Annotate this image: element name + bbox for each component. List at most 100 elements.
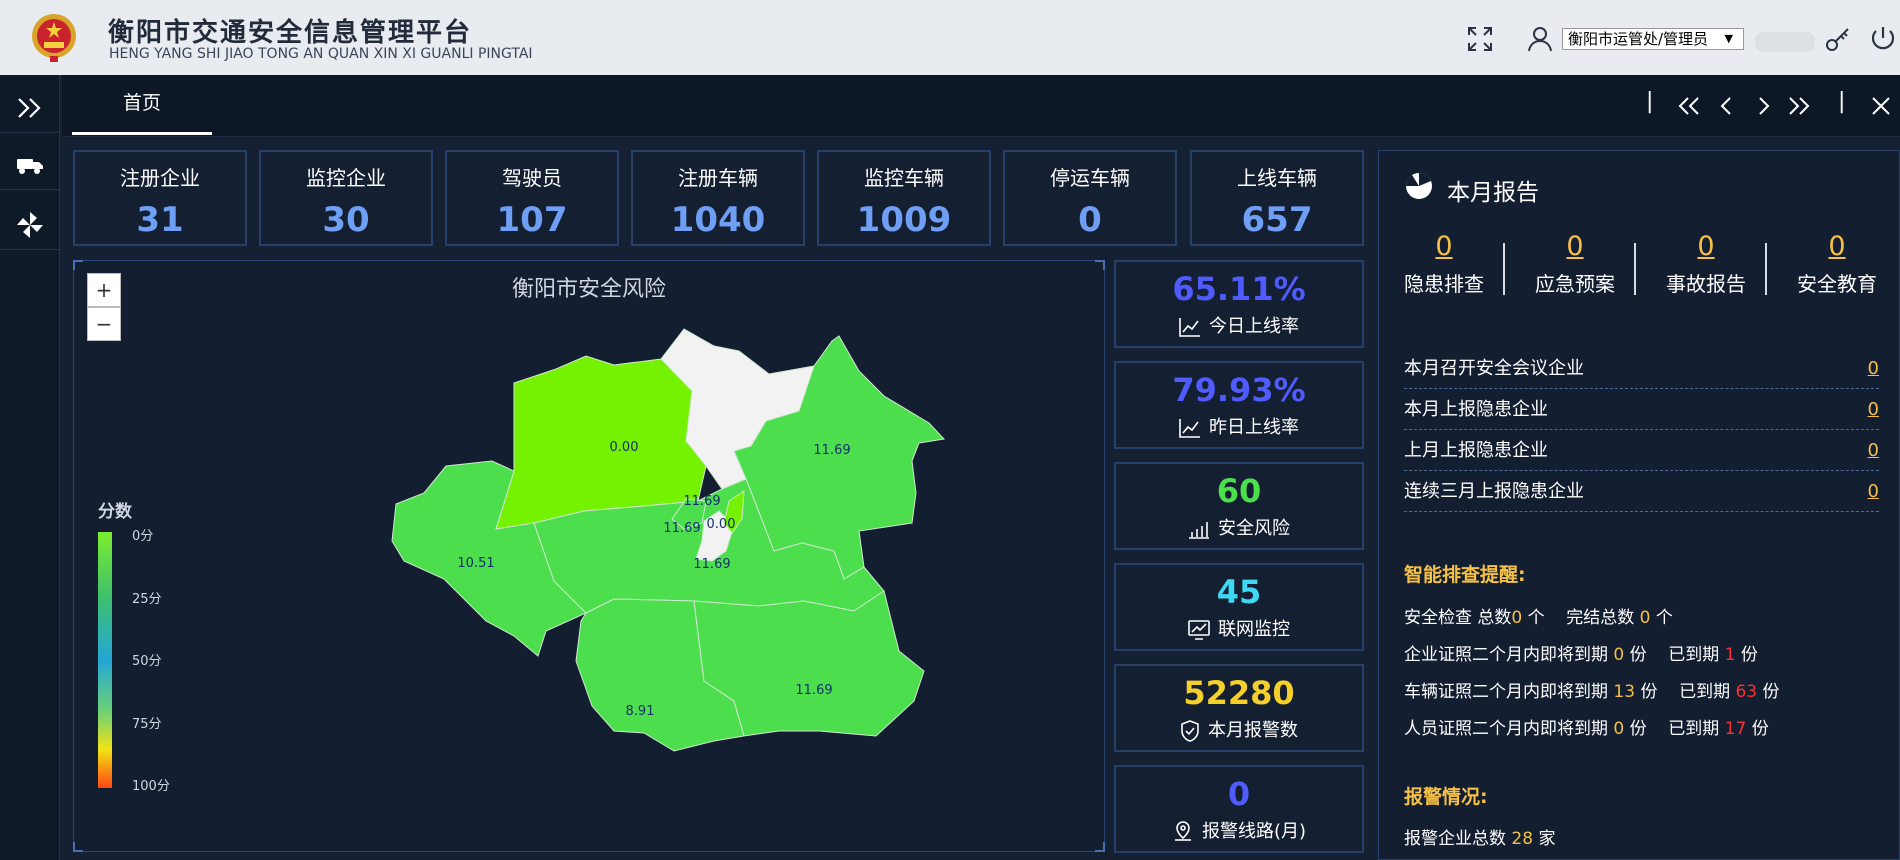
metric-value[interactable]: 0 — [1116, 775, 1362, 813]
legend-label: 100分 — [132, 779, 170, 794]
metric-value[interactable]: 65.11% — [1116, 270, 1362, 308]
report-row-value[interactable]: 0 — [1868, 431, 1879, 471]
monitor-chart-icon — [1188, 620, 1210, 640]
report-count-link[interactable]: 0 — [1379, 231, 1509, 262]
report-row-label: 连续三月上报隐患企业 — [1404, 481, 1584, 502]
report-title: 本月报告 — [1447, 180, 1539, 206]
first-tab-icon[interactable] — [1674, 91, 1704, 121]
stat-label: 注册车辆 — [678, 166, 758, 190]
last-tab-icon[interactable] — [1784, 91, 1814, 121]
stat-card-drivers: 驾驶员 107 — [445, 150, 619, 246]
metric-value[interactable]: 45 — [1116, 573, 1362, 611]
report-col-emergency-plan: 0 应急预案 — [1510, 231, 1640, 297]
region-value-label: 11.69 — [813, 443, 850, 458]
stat-card-online-vehicles: 上线车辆 657 — [1190, 150, 1364, 246]
close-tabs-icon[interactable] — [1866, 91, 1896, 121]
report-col-accident-report: 0 事故报告 — [1641, 231, 1771, 297]
trend-chart-icon — [1179, 318, 1200, 337]
sidebar — [0, 75, 60, 860]
metric-today-online-rate: 65.11% 今日上线率 — [1114, 260, 1364, 348]
stat-card-registered-enterprises: 注册企业 31 — [73, 150, 247, 246]
stat-value[interactable]: 31 — [75, 200, 245, 240]
location-pin-icon — [1174, 821, 1191, 841]
stat-card-monitored-vehicles: 监控车辆 1009 — [817, 150, 991, 246]
legend-label: 50分 — [132, 654, 162, 669]
stat-value[interactable]: 30 — [261, 200, 431, 240]
trend-chart-icon — [1179, 419, 1200, 438]
stat-label: 驾驶员 — [502, 166, 562, 190]
user-role-select[interactable]: 衡阳市运管处/管理员 ▼ — [1562, 28, 1744, 50]
stat-label: 注册企业 — [120, 166, 200, 190]
metric-label: 本月报警数 — [1208, 720, 1298, 741]
metric-value[interactable]: 52280 — [1116, 674, 1362, 712]
stat-label: 停运车辆 — [1050, 166, 1130, 190]
smart-check-heading: 智能排查提醒: — [1404, 564, 1526, 586]
next-tab-icon[interactable] — [1748, 91, 1778, 121]
prev-tab-icon[interactable] — [1712, 91, 1742, 121]
tab-home[interactable]: 首页 — [72, 75, 212, 135]
metric-monthly-alarms: 52280 本月报警数 — [1114, 664, 1364, 752]
report-col-label: 隐患排查 — [1404, 272, 1484, 296]
stat-value[interactable]: 107 — [447, 200, 617, 240]
key-icon[interactable] — [1823, 24, 1853, 54]
region-value-label: 10.51 — [457, 556, 494, 571]
metric-yesterday-online-rate: 79.93% 昨日上线率 — [1114, 361, 1364, 449]
user-icon — [1528, 27, 1552, 52]
report-count-link[interactable]: 0 — [1510, 231, 1640, 262]
bar-chart-icon — [1189, 522, 1209, 539]
legend-label: 25分 — [132, 592, 162, 607]
report-row-label: 上月上报隐患企业 — [1404, 440, 1548, 461]
vehicle-license-expiry-line: 车辆证照二个月内即将到期 13 份 已到期 63 份 — [1404, 682, 1780, 702]
region-value-label: 0.00 — [707, 517, 736, 532]
risk-map-panel: 衡阳市安全风险 + − 0.00 11.69 11.69 11.69 0.00 … — [73, 260, 1105, 852]
metric-safety-risk: 60 安全风险 — [1114, 462, 1364, 550]
report-col-safety-education: 0 安全教育 — [1772, 231, 1900, 297]
tab-divider: | — [1646, 89, 1654, 114]
stat-value[interactable]: 1009 — [819, 200, 989, 240]
report-count-link[interactable]: 0 — [1772, 231, 1900, 262]
metric-network-monitoring: 45 联网监控 — [1114, 563, 1364, 651]
report-row: 本月上报隐患企业 0 — [1404, 390, 1879, 430]
divider — [1503, 243, 1505, 295]
enterprise-license-expiry-line: 企业证照二个月内即将到期 0 份 已到期 1 份 — [1404, 645, 1758, 665]
hengyang-region-map: 0.00 11.69 11.69 11.69 0.00 10.51 11.69 … — [391, 328, 946, 752]
pie-chart-icon — [1405, 173, 1432, 199]
legend-gradient-bar[interactable] — [98, 532, 112, 788]
dropdown-arrow-icon: ▼ — [1724, 32, 1733, 45]
metric-label: 安全风险 — [1218, 518, 1290, 539]
fullscreen-icon[interactable] — [1465, 24, 1495, 54]
vehicle-menu-button[interactable] — [0, 140, 60, 190]
stat-value[interactable]: 0 — [1005, 200, 1175, 240]
legend-label: 0分 — [132, 529, 154, 544]
alarm-enterprise-count-line: 报警企业总数 28 家 — [1404, 829, 1556, 849]
monthly-report-panel: 本月报告 0 隐患排查 0 应急预案 0 事故报告 0 安全教育 本月召开安全会议企业 0… — [1378, 150, 1900, 860]
pinwheel-icon — [17, 211, 43, 238]
report-count-link[interactable]: 0 — [1641, 231, 1771, 262]
report-row-value[interactable]: 0 — [1868, 349, 1879, 389]
expand-sidebar-button[interactable] — [0, 83, 60, 133]
settings-menu-button[interactable] — [0, 200, 60, 250]
legend-title: 分数 — [98, 502, 132, 522]
region-value-label: 11.69 — [683, 494, 720, 509]
metric-label: 昨日上线率 — [1209, 417, 1299, 438]
blurred-username — [1755, 32, 1815, 52]
region-value-label: 11.69 — [693, 557, 730, 572]
report-row: 连续三月上报隐患企业 0 — [1404, 472, 1879, 512]
divider — [1634, 243, 1636, 295]
report-col-hazard-check: 0 隐患排查 — [1379, 231, 1509, 297]
report-row-value[interactable]: 0 — [1868, 390, 1879, 430]
safety-check-line: 安全检查 总数0 个 完结总数 0 个 — [1404, 608, 1673, 628]
alarm-status-heading: 报警情况: — [1404, 786, 1488, 808]
power-icon[interactable] — [1868, 24, 1898, 54]
divider — [1765, 243, 1767, 295]
stat-value[interactable]: 657 — [1192, 200, 1362, 240]
report-row-value[interactable]: 0 — [1868, 472, 1879, 512]
region-value-label: 11.69 — [795, 683, 832, 698]
metric-value[interactable]: 60 — [1116, 472, 1362, 510]
header: 衡阳市交通安全信息管理平台 HENG YANG SHI JIAO TONG AN… — [0, 0, 1900, 75]
stat-card-monitored-enterprises: 监控企业 30 — [259, 150, 433, 246]
metric-label: 报警线路(月) — [1201, 821, 1307, 842]
stat-value[interactable]: 1040 — [633, 200, 803, 240]
metric-label: 联网监控 — [1218, 619, 1290, 640]
metric-value[interactable]: 79.93% — [1116, 371, 1362, 409]
